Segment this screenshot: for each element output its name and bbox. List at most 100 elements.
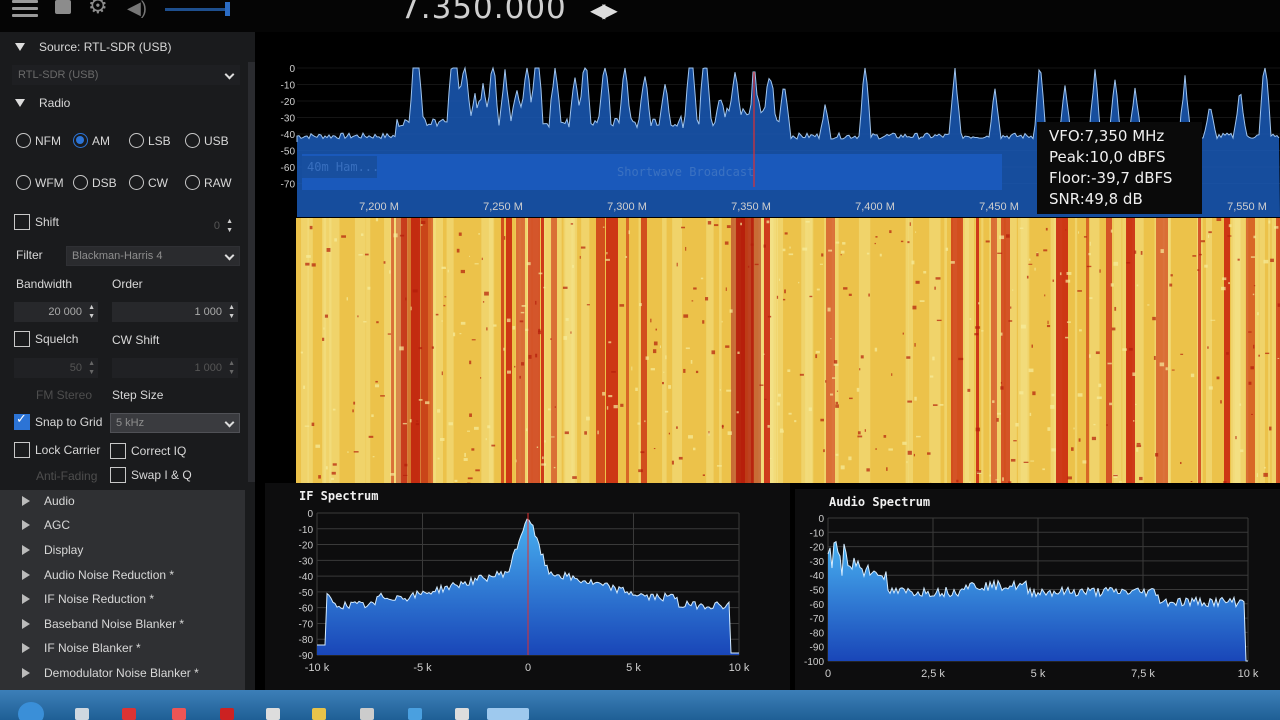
section-display[interactable]: Display: [22, 543, 83, 557]
checkbox[interactable]: [110, 443, 126, 459]
waterfall-noise: [779, 430, 784, 433]
waterfall-noise: [750, 243, 754, 246]
waterfall-noise: [347, 451, 349, 453]
radio-button[interactable]: [73, 175, 88, 190]
section-agc[interactable]: AGC: [22, 518, 70, 532]
frequency-tune-icon[interactable]: ◀▶: [590, 0, 618, 23]
radio-button[interactable]: [129, 133, 144, 148]
waterfall-noise: [519, 320, 524, 323]
taskbar-app-icon[interactable]: [312, 708, 326, 720]
snap-to-grid-checkbox[interactable]: Snap to Grid: [14, 412, 102, 430]
y-tick-label: -30: [810, 557, 825, 568]
checkbox[interactable]: [110, 467, 126, 483]
section-demodulator-noise-blanker[interactable]: Demodulator Noise Blanker *: [22, 666, 199, 680]
y-tick-label: -20: [810, 543, 825, 554]
hamburger-icon[interactable]: [12, 0, 38, 18]
taskbar-app-icon[interactable]: [487, 708, 529, 720]
shift-checkbox[interactable]: Shift: [14, 214, 59, 230]
if-spectrum-plot[interactable]: 0 -10 -20 -30 -40 -50 -60 -70 -80 -90-10 k -5 k 0 5 …: [265, 483, 790, 690]
mode-wfm[interactable]: WFM: [16, 175, 64, 190]
taskbar-app-icon[interactable]: [75, 708, 89, 720]
waterfall-noise: [487, 425, 491, 429]
menu-scrollbar[interactable]: [248, 62, 255, 482]
waterfall-noise: [969, 481, 972, 483]
filter-select[interactable]: Blackman-Harris 4: [66, 246, 240, 266]
waterfall-light-band: [662, 218, 667, 483]
radio-button[interactable]: [185, 133, 200, 148]
gear-icon[interactable]: ⚙: [88, 0, 114, 17]
checkbox[interactable]: [14, 214, 30, 230]
frequency-display[interactable]: 7.350.000: [400, 0, 567, 26]
waterfall-noise: [784, 289, 786, 294]
waterfall-noise: [363, 321, 367, 323]
correct-iq-checkbox[interactable]: Correct IQ: [110, 443, 186, 459]
speaker-icon[interactable]: ◀): [127, 0, 153, 18]
waterfall-noise: [843, 287, 848, 290]
cwshift-stepper[interactable]: 1 000: [112, 358, 238, 378]
mode-am[interactable]: AM: [73, 133, 110, 148]
waterfall-noise: [357, 315, 359, 318]
mode-lsb[interactable]: LSB: [129, 133, 171, 148]
if-spectrum-title: IF Spectrum: [299, 489, 379, 503]
checkbox-checked[interactable]: [14, 412, 30, 430]
section-baseband-noise-blanker[interactable]: Baseband Noise Blanker *: [22, 617, 184, 631]
start-icon[interactable]: [18, 702, 44, 720]
waterfall-noise: [1136, 448, 1139, 452]
step-size-select[interactable]: 5 kHz: [110, 413, 240, 433]
source-select[interactable]: RTL-SDR (USB): [12, 65, 240, 85]
taskbar-app-icon[interactable]: [408, 708, 422, 720]
waterfall-noise: [467, 477, 473, 480]
waterfall-noise: [1091, 436, 1097, 441]
mode-raw[interactable]: RAW: [185, 175, 232, 190]
mode-dsb[interactable]: DSB: [73, 175, 117, 190]
taskbar-app-icon[interactable]: [220, 708, 234, 720]
squelch-stepper[interactable]: 50: [14, 358, 98, 378]
stepsize-label: Step Size: [112, 388, 164, 402]
waterfall-noise: [828, 249, 833, 252]
waterfall-signal-line: [731, 218, 761, 483]
waterfall-noise: [661, 381, 664, 385]
section-if-noise-reduction[interactable]: IF Noise Reduction *: [22, 592, 154, 606]
waterfall-noise: [835, 401, 839, 405]
waterfall-noise: [913, 453, 916, 457]
radio-button[interactable]: [129, 175, 144, 190]
fft-display[interactable]: 0-10-20-30-40-50-60-7040m Ham...Shortwav…: [265, 32, 1280, 217]
taskbar-app-icon[interactable]: [122, 708, 136, 720]
radio-button[interactable]: [16, 133, 31, 148]
shift-stepper[interactable]: 0: [112, 216, 236, 236]
checkbox[interactable]: [14, 442, 30, 458]
taskbar-app-icon[interactable]: [266, 708, 280, 720]
bandwidth-stepper[interactable]: 20 000: [14, 302, 98, 322]
section-if-noise-blanker[interactable]: IF Noise Blanker *: [22, 641, 141, 655]
section-audio[interactable]: Audio: [22, 494, 75, 508]
y-tick-label: 0: [307, 509, 313, 520]
waterfall-noise: [1263, 259, 1269, 264]
radio-button[interactable]: [73, 133, 88, 148]
waterfall-noise: [1207, 346, 1209, 349]
radio-button[interactable]: [185, 175, 200, 190]
waterfall-noise: [840, 254, 842, 256]
taskbar-app-icon[interactable]: [360, 708, 374, 720]
waterfall-noise: [625, 256, 628, 258]
order-stepper[interactable]: 1 000: [112, 302, 238, 322]
volume-slider[interactable]: [165, 2, 230, 16]
radio-header[interactable]: Radio: [15, 96, 70, 110]
waterfall-noise: [528, 354, 532, 359]
lock-carrier-checkbox[interactable]: Lock Carrier: [14, 442, 100, 458]
mode-nfm[interactable]: NFM: [16, 133, 61, 148]
mode-usb[interactable]: USB: [185, 133, 229, 148]
source-header[interactable]: Source: RTL-SDR (USB): [15, 40, 171, 54]
radio-button[interactable]: [16, 175, 31, 190]
swap-iq-checkbox[interactable]: Swap I & Q: [110, 467, 192, 483]
waterfall-noise: [1030, 460, 1035, 462]
taskbar-app-icon[interactable]: [455, 708, 469, 720]
stop-icon[interactable]: [55, 0, 71, 14]
mode-cw[interactable]: CW: [129, 175, 168, 190]
squelch-checkbox[interactable]: Squelch: [14, 331, 78, 347]
waterfall-display[interactable]: [296, 218, 1280, 483]
section-audio-noise-reduction[interactable]: Audio Noise Reduction *: [22, 568, 174, 582]
checkbox[interactable]: [14, 331, 30, 347]
taskbar-app-icon[interactable]: [172, 708, 186, 720]
audio-spectrum-plot[interactable]: 0-10-20-30-40-50-60-70-80-90-1000 2,5 k5 …: [795, 489, 1280, 690]
waterfall-noise: [469, 413, 472, 417]
